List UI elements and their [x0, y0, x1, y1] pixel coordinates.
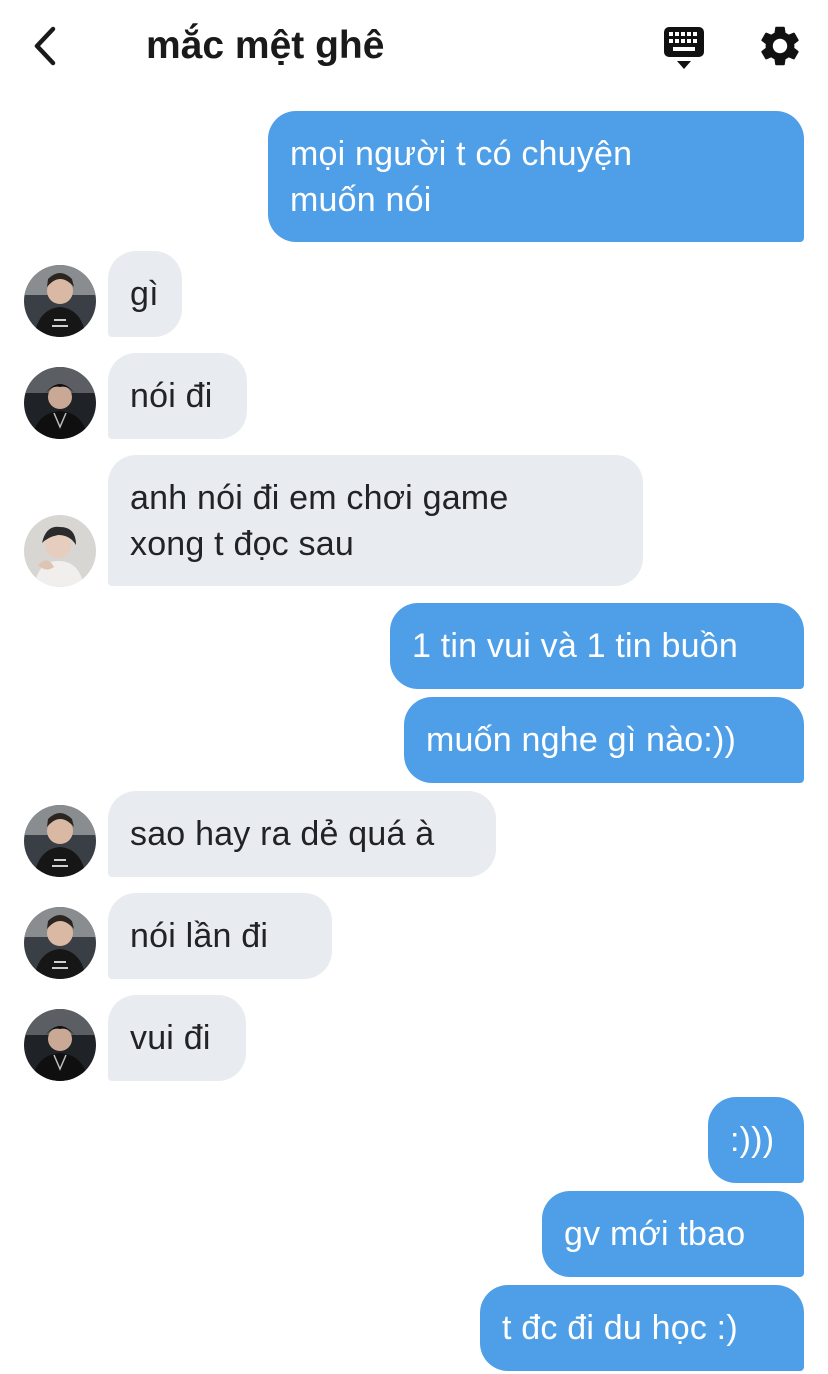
avatar[interactable]: [24, 907, 96, 979]
back-button[interactable]: [22, 20, 70, 72]
gear-icon: [761, 26, 799, 66]
outgoing-message: gv mới tbao: [542, 1191, 804, 1277]
avatar[interactable]: [24, 367, 96, 439]
avatar[interactable]: [24, 805, 96, 877]
outgoing-message: muốn nghe gì nào:)): [404, 697, 804, 783]
avatar[interactable]: [24, 1009, 96, 1081]
chat-header: mắc mệt ghê: [0, 0, 828, 92]
keyboard-icon: [664, 27, 704, 69]
chat-title: mắc mệt ghê: [146, 24, 385, 67]
incoming-message: sao hay ra dẻ quá à: [108, 791, 496, 877]
keyboard-button[interactable]: [660, 24, 708, 72]
chevron-left-icon: [34, 26, 56, 66]
incoming-message: nói đi: [108, 353, 247, 439]
outgoing-message: mọi người t có chuyện muốn nói: [268, 111, 804, 242]
incoming-message: vui đi: [108, 995, 246, 1081]
settings-button[interactable]: [756, 22, 804, 70]
incoming-message: nói lần đi: [108, 893, 332, 979]
incoming-message: gì: [108, 251, 182, 337]
outgoing-message: 1 tin vui và 1 tin buồn: [390, 603, 804, 689]
outgoing-message: :))): [708, 1097, 804, 1183]
avatar[interactable]: [24, 265, 96, 337]
incoming-message: anh nói đi em chơi game xong t đọc sau: [108, 455, 643, 586]
avatar[interactable]: [24, 515, 96, 587]
outgoing-message: t đc đi du học :): [480, 1285, 804, 1371]
